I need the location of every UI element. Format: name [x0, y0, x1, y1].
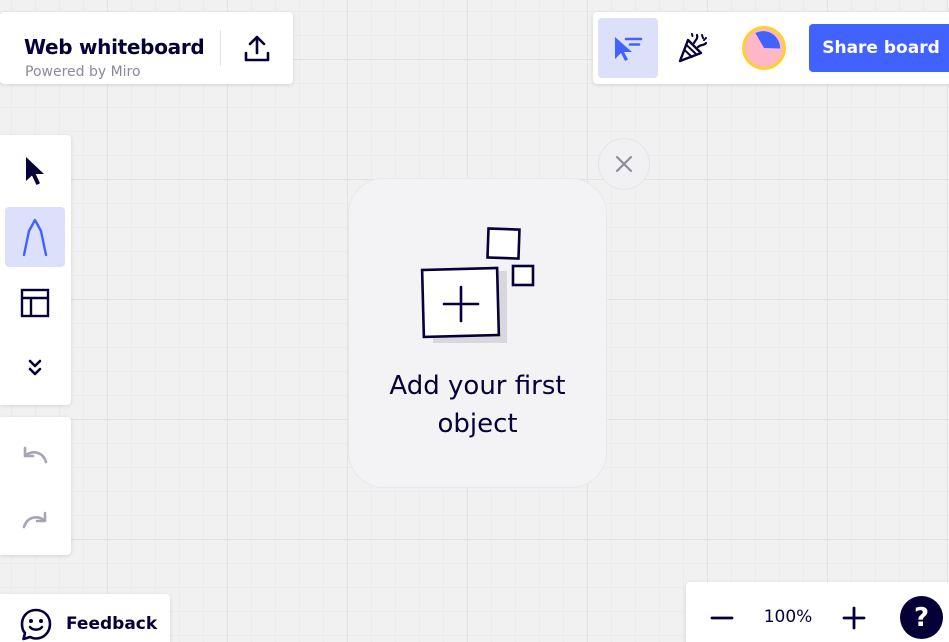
card-text-line-2: object: [437, 409, 518, 439]
close-icon: [616, 156, 632, 172]
celebrate-button[interactable]: [663, 18, 723, 78]
add-object-icon: [420, 227, 535, 343]
select-tool-button[interactable]: [5, 141, 65, 201]
upload-icon: [244, 35, 270, 62]
cursor-lines-icon: [615, 37, 643, 61]
timer-avatar-icon: [742, 26, 786, 70]
pen-icon: [22, 218, 48, 257]
close-card-button[interactable]: [598, 138, 650, 190]
board-title[interactable]: Web whiteboard: [24, 35, 205, 59]
help-button[interactable]: ?: [900, 596, 943, 639]
timer-avatar-button[interactable]: [734, 18, 794, 78]
zoom-level[interactable]: 100%: [758, 607, 818, 627]
pen-tool-button[interactable]: [5, 207, 65, 267]
history-panel: [0, 417, 71, 555]
add-first-object-card[interactable]: Add your first object: [348, 178, 607, 488]
share-board-button[interactable]: Share board: [809, 24, 949, 72]
feedback-label: Feedback: [66, 614, 158, 634]
chevron-double-down-icon: [28, 359, 42, 376]
feedback-button[interactable]: Feedback: [0, 594, 170, 642]
title-divider: [220, 30, 221, 66]
export-button[interactable]: [238, 30, 276, 68]
templates-tool-button[interactable]: [5, 273, 65, 333]
add-first-object-text: Add your first object: [349, 367, 606, 443]
left-toolbar: [0, 135, 71, 405]
more-tools-button[interactable]: [5, 338, 65, 398]
chat-smile-icon: [20, 608, 52, 641]
board-title-panel: Web whiteboard Powered by Miro: [0, 12, 293, 84]
minus-icon: [710, 616, 734, 620]
frame-layout-icon: [20, 288, 50, 318]
undo-icon: [23, 446, 48, 464]
arrow-cursor-icon: [26, 157, 44, 185]
powered-by-label: Powered by Miro: [25, 64, 141, 80]
cursor-tool-button[interactable]: [598, 18, 658, 78]
redo-button[interactable]: [5, 489, 65, 549]
plus-icon: [842, 606, 866, 630]
top-actions-panel: Share board: [593, 12, 949, 84]
redo-icon: [22, 511, 47, 529]
undo-button[interactable]: [5, 424, 65, 484]
zoom-panel: 100% ?: [686, 582, 949, 642]
zoom-in-button[interactable]: [830, 594, 878, 642]
card-text-line-1: Add your first: [389, 371, 566, 401]
zoom-out-button[interactable]: [698, 594, 746, 642]
add-object-illustration: [419, 225, 539, 353]
party-popper-icon: [678, 33, 708, 63]
